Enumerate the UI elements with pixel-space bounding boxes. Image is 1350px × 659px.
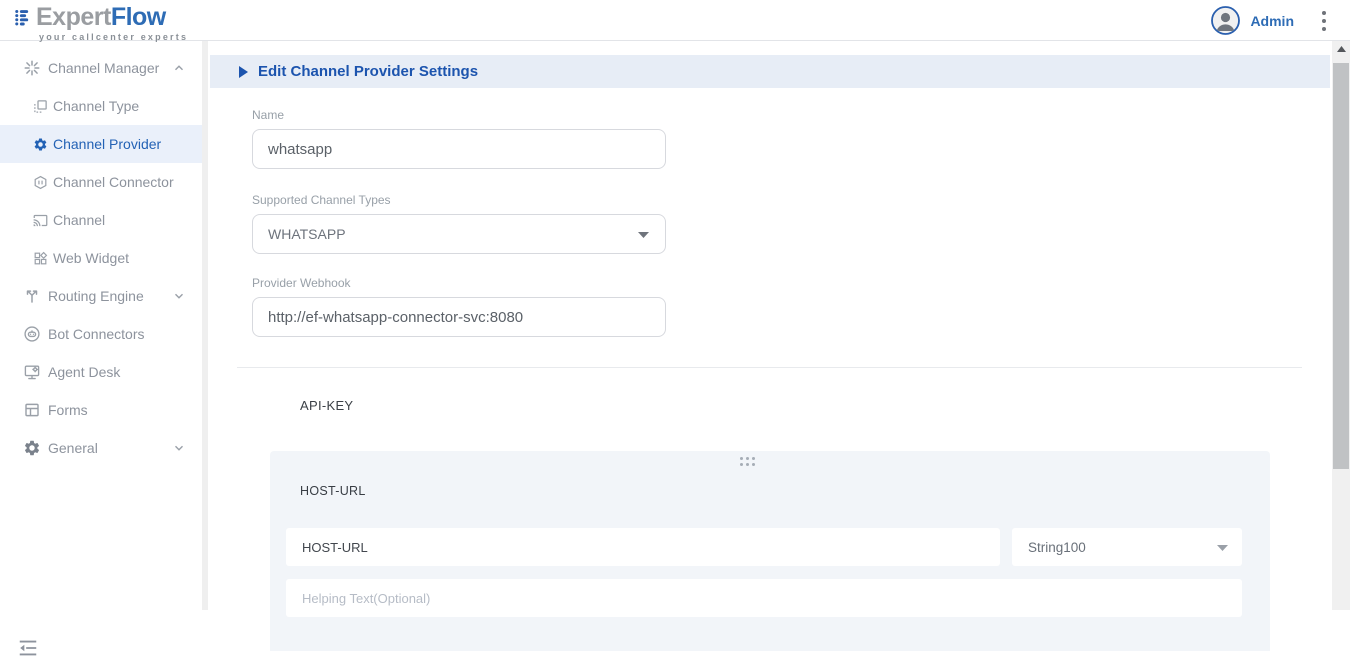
sidebar-item-label: Channel [53,212,105,228]
provider-webhook-input[interactable] [252,297,666,337]
sidebar-item-routing-engine[interactable]: Routing Engine [0,277,202,315]
sidebar-item-label: Web Widget [53,250,129,266]
logo-text-expert: Expert [36,3,111,31]
general-icon [23,439,41,457]
sidebar-item-channel-provider[interactable]: Channel Provider [0,125,202,163]
expertflow-logo-icon [14,4,32,30]
host-url-heading: HOST-URL [300,484,366,498]
section-divider [237,367,1302,368]
agent-desk-icon [23,363,41,381]
routing-engine-icon [23,287,41,305]
sidebar-nav: Channel Manager Channel Type Channel Pro… [0,49,202,467]
admin-username[interactable]: Admin [1250,13,1294,29]
sidebar-item-agent-desk[interactable]: Agent Desk [0,353,202,391]
provider-webhook-label: Provider Webhook [252,276,351,290]
sidebar-scrollbar-track[interactable] [202,41,208,610]
sidebar-item-label: Bot Connectors [48,326,145,342]
logo-text-flow: Flow [111,3,166,31]
edit-settings-header[interactable]: Edit Channel Provider Settings [210,55,1330,88]
channel-provider-icon [33,137,48,152]
supported-channel-types-select[interactable]: WHATSAPP [252,214,666,254]
sidebar-item-channel-connector[interactable]: Channel Connector [0,163,202,201]
channel-type-icon [33,99,48,114]
supported-channel-types-label: Supported Channel Types [252,193,391,207]
attribute-type-value: String100 [1028,540,1086,555]
sidebar-collapse-icon[interactable] [17,637,39,659]
page-title: Edit Channel Provider Settings [258,63,478,80]
channel-icon [33,213,48,228]
attribute-group-panel: HOST-URL String100 [270,451,1270,651]
dropdown-arrow-icon [638,232,649,238]
name-input[interactable] [252,129,666,169]
forms-icon [23,401,41,419]
top-header: ExpertFlow your callcenter experts Admin [0,0,1350,41]
sidebar-item-general[interactable]: General [0,429,202,467]
logo-text: ExpertFlow [36,4,166,30]
helping-text-input[interactable] [286,579,1242,617]
logo-tagline: your callcenter experts [39,32,188,42]
chevron-up-icon [172,61,186,75]
sidebar-item-channel-type[interactable]: Channel Type [0,87,202,125]
dropdown-arrow-icon [1217,545,1228,551]
sidebar-item-label: Forms [48,402,88,418]
sidebar-item-bot-connectors[interactable]: Bot Connectors [0,315,202,353]
attribute-key-input[interactable] [286,528,1000,566]
sidebar: Channel Manager Channel Type Channel Pro… [0,41,202,610]
avatar[interactable] [1211,6,1240,35]
name-label: Name [252,108,284,122]
kebab-menu-icon[interactable] [1318,7,1330,35]
channel-manager-icon [23,59,41,77]
sidebar-item-label: Channel Connector [53,174,174,190]
triangle-up-icon [1337,46,1346,52]
sidebar-item-web-widget[interactable]: Web Widget [0,239,202,277]
supported-channel-types-value: WHATSAPP [268,226,346,242]
sidebar-item-label: Channel Type [53,98,139,114]
sidebar-item-forms[interactable]: Forms [0,391,202,429]
sidebar-item-label: General [48,440,98,456]
sidebar-item-label: Routing Engine [48,288,144,304]
main-scrollbar-thumb[interactable] [1333,63,1349,469]
sidebar-item-label: Channel Provider [53,136,161,152]
api-key-heading: API-KEY [300,398,353,413]
attribute-type-select[interactable]: String100 [1012,528,1242,566]
sidebar-item-label: Channel Manager [48,60,159,76]
drag-handle-icon[interactable] [740,457,758,468]
chevron-down-icon [172,289,186,303]
sidebar-item-channel[interactable]: Channel [0,201,202,239]
main-scrollbar-track[interactable] [1332,41,1350,610]
expand-triangle-icon [239,66,248,78]
expertflow-logo[interactable]: ExpertFlow your callcenter experts [14,4,166,30]
scrollbar-up-arrow[interactable] [1332,41,1350,57]
sidebar-item-label: Agent Desk [48,364,120,380]
user-menu-area: Admin [1211,0,1330,41]
chevron-down-icon [172,441,186,455]
channel-connector-icon [33,175,48,190]
web-widget-icon [33,251,48,266]
sidebar-item-channel-manager[interactable]: Channel Manager [0,49,202,87]
bot-connectors-icon [23,325,41,343]
